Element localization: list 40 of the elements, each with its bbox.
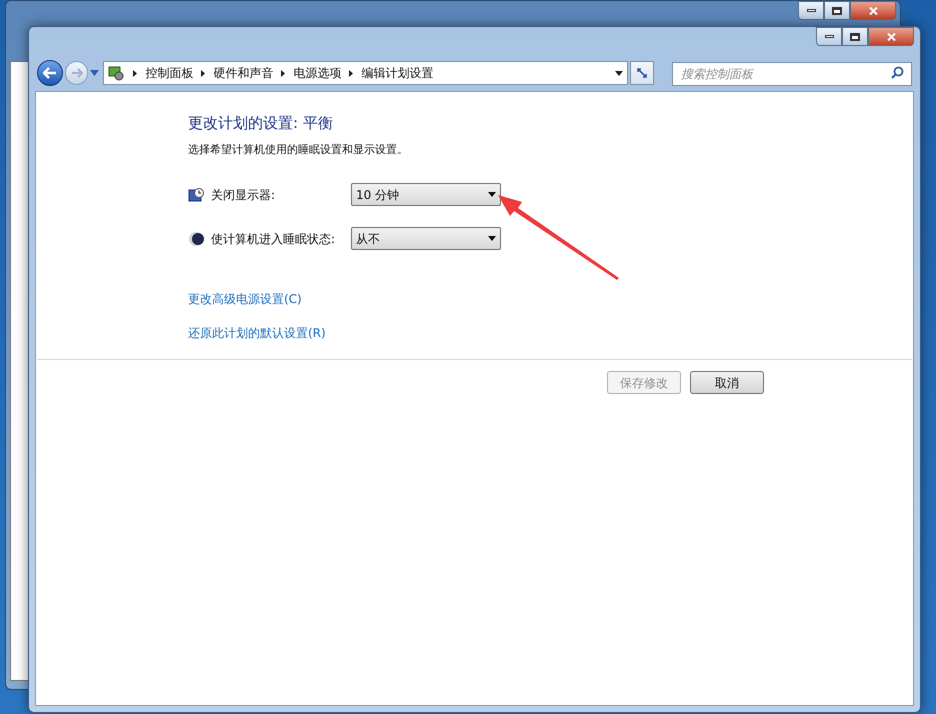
breadcrumb-separator-icon[interactable] [349,70,354,76]
settings-link[interactable]: 更改高级电源设置(C) [188,290,302,308]
history-dropdown-icon[interactable] [90,70,100,76]
forward-arrow-icon [70,68,83,78]
breadcrumb-item[interactable]: 控制面板 [145,64,194,82]
close-button[interactable] [868,27,914,46]
back-arrow-icon [42,67,57,79]
search-field[interactable]: 搜索控制面板 [672,62,912,86]
control-panel-icon [107,64,126,82]
breadcrumb-separator-icon[interactable] [281,70,286,76]
refresh-arrows-icon [636,67,648,79]
breadcrumb-item[interactable]: 电源选项 [293,64,342,82]
page-heading: 更改计划的设置: 平衡 [188,113,334,134]
setting-label: 关闭显示器: [211,186,276,204]
address-bar[interactable]: 控制面板 硬件和声音 电源选项 编辑计划设置 [103,61,628,85]
dropdown-caret-icon[interactable] [615,70,624,76]
dropdown-caret-icon [488,192,496,197]
settings-link[interactable]: 还原此计划的默认设置(R) [188,324,326,342]
close-icon [886,32,896,40]
maximize-button[interactable] [824,1,850,20]
maximize-button[interactable] [842,27,868,46]
breadcrumb-item[interactable]: 硬件和声音 [213,64,274,82]
breadcrumb-separator-icon[interactable] [201,70,206,76]
refresh-button[interactable] [630,61,654,85]
setting-dropdown[interactable]: 从不 [351,227,501,250]
dialog-button[interactable]: 取消 [690,371,764,394]
dropdown-caret-icon [488,236,496,241]
close-button[interactable] [850,1,896,20]
setting-label: 使计算机进入睡眠状态: [211,230,336,248]
minimize-button[interactable] [816,27,842,46]
setting-dropdown[interactable]: 10 分钟 [351,183,501,206]
breadcrumb-item[interactable]: 编辑计划设置 [361,64,434,82]
back-button[interactable] [37,60,63,86]
minimize-button[interactable] [798,1,824,20]
close-icon [868,6,878,14]
clock-monitor-icon [188,186,204,202]
page-description: 选择希望计算机使用的睡眠设置和显示设置。 [188,142,409,158]
breadcrumb-separator-icon[interactable] [133,70,138,76]
search-icon[interactable] [890,66,904,78]
moon-icon [188,230,204,246]
